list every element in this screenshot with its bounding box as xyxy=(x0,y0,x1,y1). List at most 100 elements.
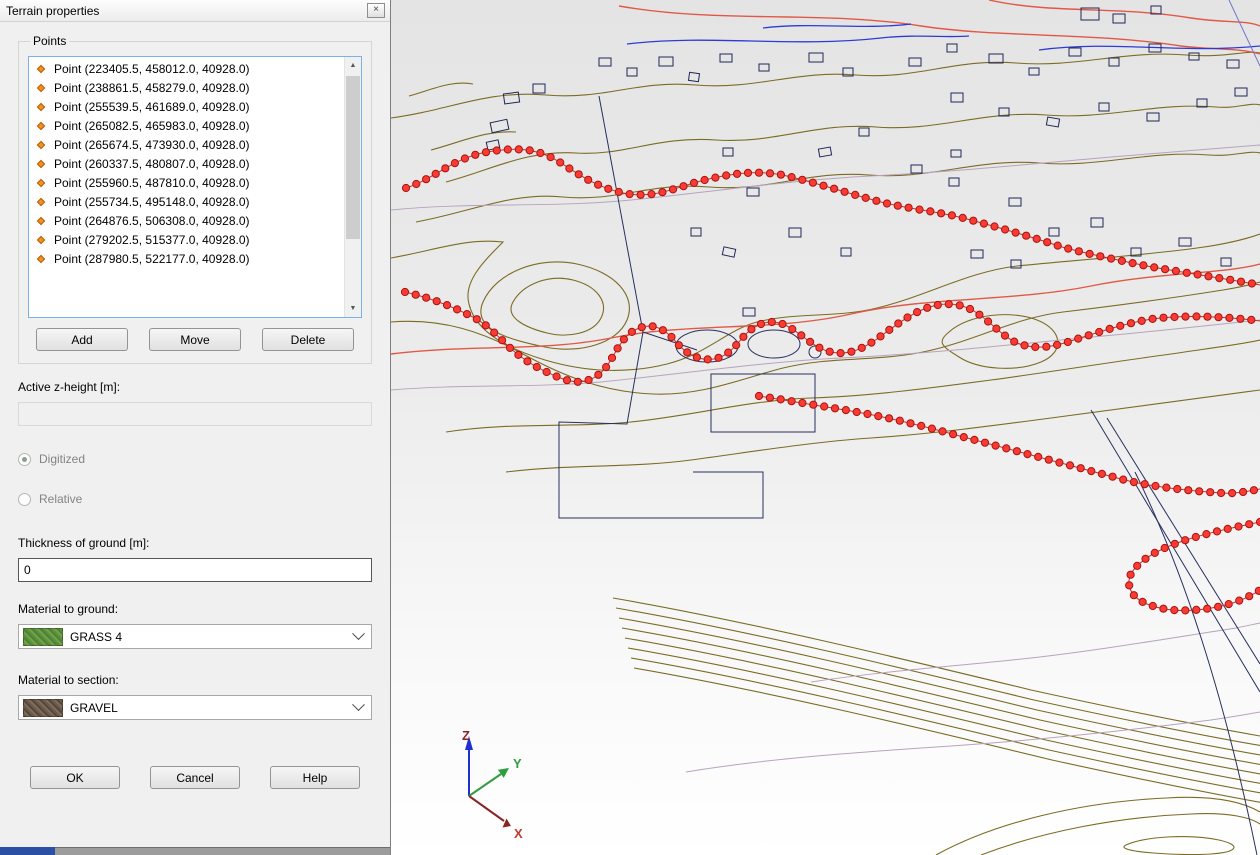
digitized-point[interactable] xyxy=(1218,489,1225,496)
digitized-point[interactable] xyxy=(454,306,461,313)
digitized-point[interactable] xyxy=(1160,605,1167,612)
digitized-point[interactable] xyxy=(991,223,998,230)
points-listbox[interactable]: Point (223405.5, 458012.0, 40928.0)Point… xyxy=(28,56,362,318)
digitized-point[interactable] xyxy=(924,304,931,311)
dialog-titlebar[interactable]: Terrain properties × xyxy=(0,0,390,22)
digitized-point[interactable] xyxy=(896,417,903,424)
digitized-point[interactable] xyxy=(960,434,967,441)
digitized-point[interactable] xyxy=(950,431,957,438)
digitized-point[interactable] xyxy=(547,154,554,161)
digitized-point[interactable] xyxy=(649,323,656,330)
digitized-point[interactable] xyxy=(620,336,627,343)
digitized-point[interactable] xyxy=(959,214,966,221)
digitized-point[interactable] xyxy=(1193,313,1200,320)
digitized-point[interactable] xyxy=(1045,456,1052,463)
digitized-point[interactable] xyxy=(1064,338,1071,345)
digitized-point[interactable] xyxy=(1151,264,1158,271)
digitized-point[interactable] xyxy=(1033,235,1040,242)
digitized-point[interactable] xyxy=(615,188,622,195)
point-item[interactable]: Point (255960.5, 487810.0, 40928.0) xyxy=(29,173,344,192)
digitized-point[interactable] xyxy=(413,180,420,187)
digitized-point[interactable] xyxy=(603,364,610,371)
digitized-point[interactable] xyxy=(605,185,612,192)
digitized-point[interactable] xyxy=(669,186,676,193)
digitized-point[interactable] xyxy=(1172,267,1179,274)
digitized-point[interactable] xyxy=(985,318,992,325)
digitized-point[interactable] xyxy=(1240,488,1247,495)
digitized-point[interactable] xyxy=(858,344,865,351)
digitized-point[interactable] xyxy=(526,147,533,154)
point-item[interactable]: Point (260337.5, 480807.0, 40928.0) xyxy=(29,154,344,173)
digitized-point[interactable] xyxy=(1088,468,1095,475)
digitized-point[interactable] xyxy=(970,217,977,224)
digitized-point[interactable] xyxy=(1182,607,1189,614)
digitized-point[interactable] xyxy=(799,176,806,183)
digitized-point[interactable] xyxy=(927,208,934,215)
digitized-point[interactable] xyxy=(1129,260,1136,267)
digitized-point[interactable] xyxy=(515,351,522,358)
digitized-point[interactable] xyxy=(1171,540,1178,547)
digitized-point[interactable] xyxy=(1193,606,1200,613)
digitized-point[interactable] xyxy=(831,405,838,412)
digitized-point[interactable] xyxy=(1075,335,1082,342)
point-item[interactable]: Point (255734.5, 495148.0, 40928.0) xyxy=(29,192,344,211)
digitized-point[interactable] xyxy=(1085,332,1092,339)
digitized-point[interactable] xyxy=(993,325,1000,332)
close-button[interactable]: × xyxy=(367,3,385,18)
digitized-point[interactable] xyxy=(768,318,775,325)
digitized-point[interactable] xyxy=(1139,598,1146,605)
digitized-point[interactable] xyxy=(744,169,751,176)
digitized-point[interactable] xyxy=(1246,521,1253,528)
digitized-point[interactable] xyxy=(595,181,602,188)
digitized-point[interactable] xyxy=(701,176,708,183)
digitized-point[interactable] xyxy=(848,348,855,355)
digitized-point[interactable] xyxy=(433,298,440,305)
digitized-point[interactable] xyxy=(757,320,764,327)
digitized-point[interactable] xyxy=(423,294,430,301)
digitized-point[interactable] xyxy=(1130,479,1137,486)
digitized-point[interactable] xyxy=(1126,582,1133,589)
digitized-point[interactable] xyxy=(1138,317,1145,324)
digitized-point[interactable] xyxy=(916,206,923,213)
ok-button[interactable]: OK xyxy=(30,766,120,789)
digitized-point[interactable] xyxy=(482,322,489,329)
digitized-point[interactable] xyxy=(981,439,988,446)
digitized-point[interactable] xyxy=(1142,555,1149,562)
digitized-point[interactable] xyxy=(1024,451,1031,458)
digitized-point[interactable] xyxy=(1043,343,1050,350)
digitized-point[interactable] xyxy=(939,428,946,435)
digitized-point[interactable] xyxy=(1205,273,1212,280)
digitized-point[interactable] xyxy=(766,394,773,401)
digitized-point[interactable] xyxy=(928,425,935,432)
digitized-point[interactable] xyxy=(1204,605,1211,612)
digitized-point[interactable] xyxy=(1162,266,1169,273)
digitized-point[interactable] xyxy=(1216,275,1223,282)
digitized-point[interactable] xyxy=(1151,549,1158,556)
digitized-point[interactable] xyxy=(1246,593,1253,600)
digitized-point[interactable] xyxy=(432,170,439,177)
digitized-point[interactable] xyxy=(788,174,795,181)
point-item[interactable]: Point (287980.5, 522177.0, 40928.0) xyxy=(29,249,344,268)
digitized-point[interactable] xyxy=(693,354,700,361)
digitized-point[interactable] xyxy=(451,160,458,167)
digitized-point[interactable] xyxy=(1108,255,1115,262)
digitized-point[interactable] xyxy=(980,220,987,227)
digitized-point[interactable] xyxy=(821,403,828,410)
digitized-point[interactable] xyxy=(680,183,687,190)
digitized-point[interactable] xyxy=(842,407,849,414)
digitized-point[interactable] xyxy=(491,329,498,336)
digitized-point[interactable] xyxy=(1130,592,1137,599)
digitized-point[interactable] xyxy=(1023,232,1030,239)
digitized-point[interactable] xyxy=(543,368,550,375)
digitized-point[interactable] xyxy=(779,320,786,327)
digitized-point[interactable] xyxy=(1255,587,1260,594)
digitized-point[interactable] xyxy=(895,320,902,327)
digitized-point[interactable] xyxy=(668,333,675,340)
digitized-point[interactable] xyxy=(595,371,602,378)
digitized-point[interactable] xyxy=(777,396,784,403)
digitized-point[interactable] xyxy=(907,420,914,427)
digitized-point[interactable] xyxy=(659,327,666,334)
digitized-point[interactable] xyxy=(1035,453,1042,460)
digitized-point[interactable] xyxy=(1117,322,1124,329)
digitized-point[interactable] xyxy=(675,342,682,349)
